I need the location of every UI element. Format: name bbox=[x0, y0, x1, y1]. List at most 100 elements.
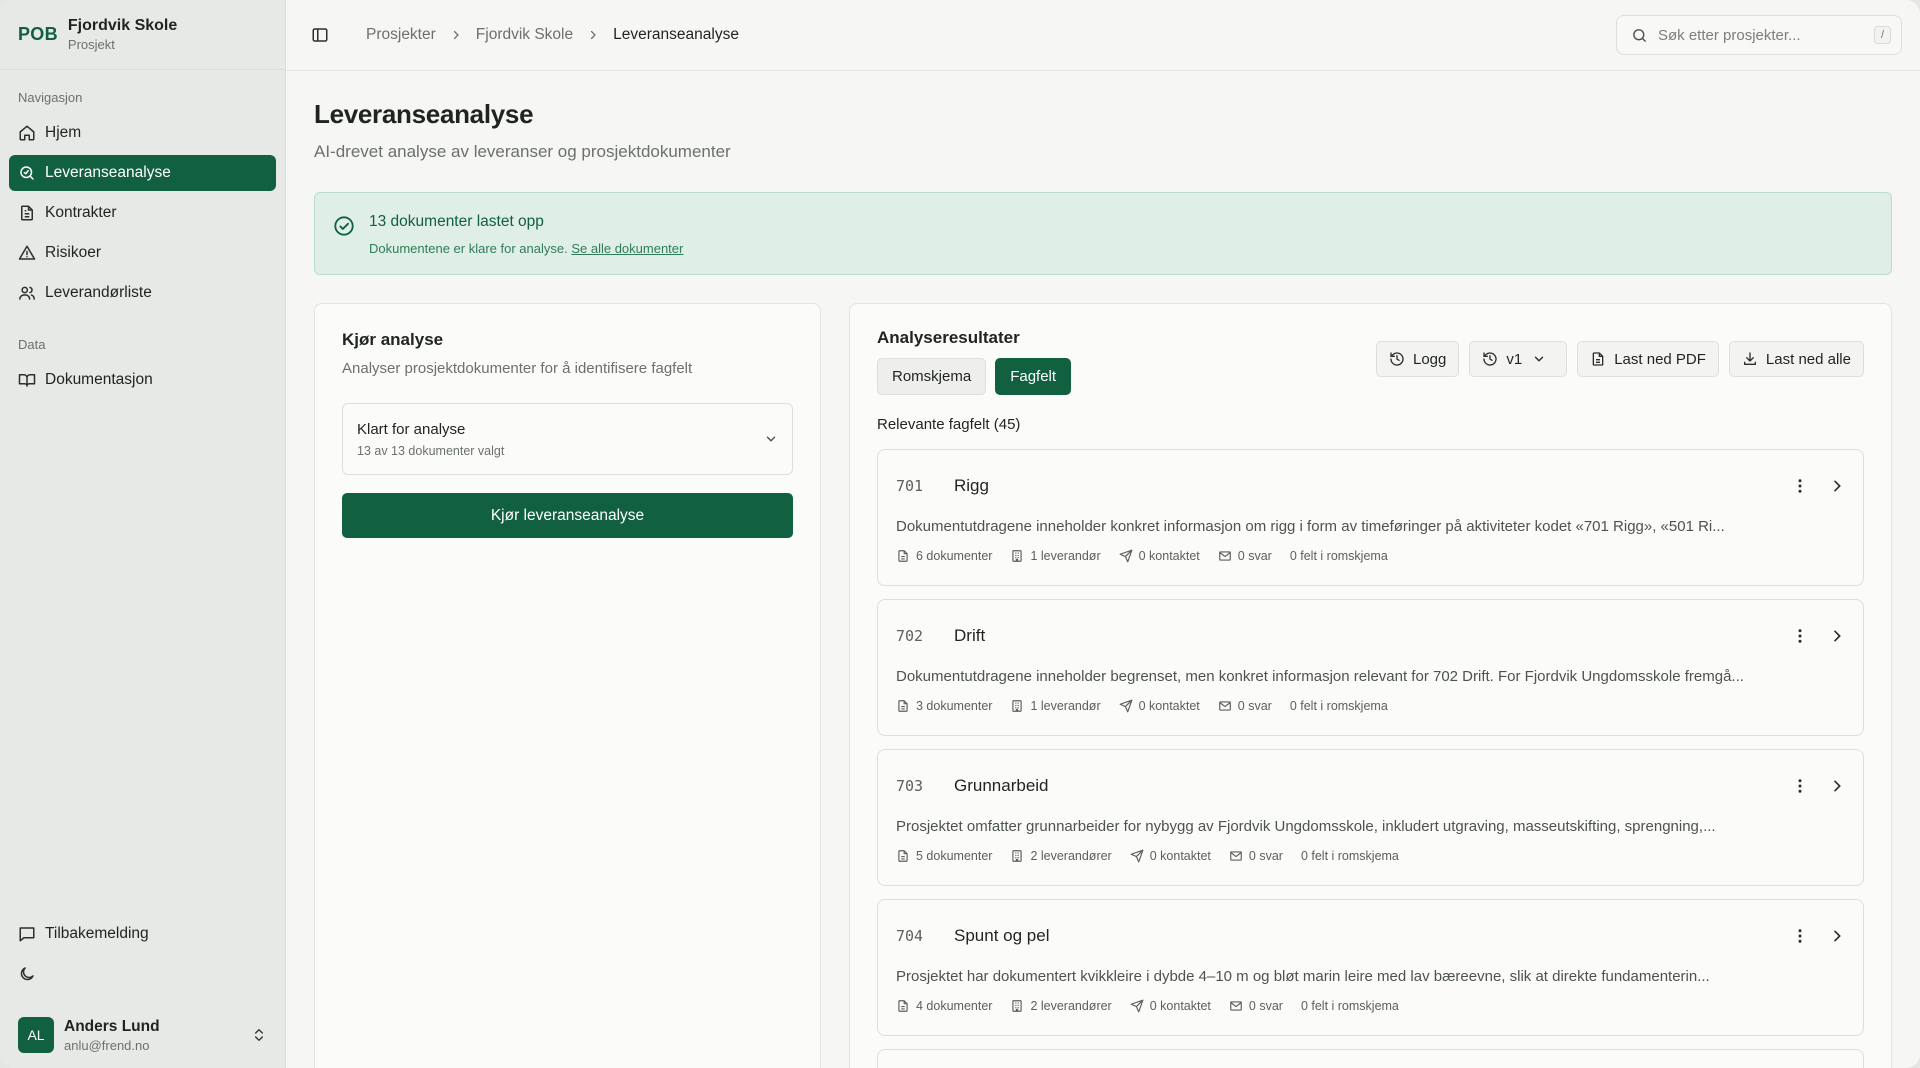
building-icon bbox=[1010, 699, 1030, 713]
page-subtitle: AI-drevet analyse av leveranser og prosj… bbox=[314, 142, 731, 161]
file-icon bbox=[1590, 351, 1614, 367]
mail-icon bbox=[1218, 699, 1238, 713]
results-tabs: Romskjema Fagfelt bbox=[877, 358, 1072, 395]
breadcrumb-project[interactable]: Fjordvik Skole bbox=[476, 26, 573, 44]
chevron-right-icon[interactable] bbox=[1829, 928, 1845, 944]
tab-romskjema[interactable]: Romskjema bbox=[877, 358, 987, 395]
app-window: POB Fjordvik Skole Prosjekt Navigasjon H… bbox=[0, 0, 1920, 1068]
fagfelt-card[interactable]: 704 Spunt og pel Prosjektet har dokument… bbox=[877, 899, 1864, 1036]
download-icon bbox=[1742, 351, 1766, 367]
fagfelt-card[interactable]: 701 Rigg Dokumentutdragene inneholder ko… bbox=[877, 449, 1864, 586]
breadcrumb-current: Leveranseanalyse bbox=[613, 26, 739, 43]
fagfelt-description: Dokumentutdragene inneholder begrenset, … bbox=[896, 668, 1744, 685]
shortcut-hint: / bbox=[1873, 26, 1891, 44]
room-schema-fields: 0 felt i romskjema bbox=[1289, 699, 1388, 713]
see-all-documents-link[interactable]: Se alle dokumenter bbox=[571, 241, 683, 256]
search-input[interactable] bbox=[1658, 26, 1874, 44]
send-icon bbox=[1130, 999, 1150, 1013]
version-label: v1 bbox=[1506, 350, 1523, 368]
banner-message: Dokumentene er klare for analyse. bbox=[369, 241, 568, 256]
download-pdf-button[interactable]: Last ned PDF bbox=[1577, 341, 1719, 377]
run-analysis-card: Kjør analyse Analyser prosjektdokumenter… bbox=[314, 303, 821, 1068]
sidebar-item-tilbakemelding[interactable]: Tilbakemelding bbox=[9, 916, 276, 952]
suppliers-count: 2 leverandører bbox=[1030, 999, 1112, 1013]
sidebar-item-kontrakter[interactable]: Kontrakter bbox=[9, 195, 276, 231]
send-icon bbox=[1119, 549, 1139, 563]
room-schema-fields: 0 felt i romskjema bbox=[1300, 849, 1399, 863]
download-pdf-label: Last ned PDF bbox=[1614, 350, 1706, 368]
fagfelt-description: Prosjektet har dokumentert kvikkleire i … bbox=[896, 968, 1710, 985]
contacted-count: 0 kontaktet bbox=[1138, 699, 1200, 713]
warning-icon bbox=[18, 244, 36, 262]
sidebar-item-label: Risikoer bbox=[45, 244, 101, 261]
data-group-label: Data bbox=[18, 337, 46, 352]
project-switcher[interactable]: POB Fjordvik Skole Prosjekt bbox=[0, 0, 285, 70]
relevant-fields-label: Relevante fagfelt (45) bbox=[877, 416, 1021, 433]
contacted-count: 0 kontaktet bbox=[1149, 999, 1211, 1013]
more-vertical-icon[interactable] bbox=[1791, 777, 1809, 795]
sidebar-toggle-button[interactable] bbox=[306, 21, 334, 49]
fagfelt-description: Prosjektet omfatter grunnarbeider for ny… bbox=[896, 818, 1716, 835]
avatar: AL bbox=[18, 1017, 54, 1053]
search-analysis-icon bbox=[18, 164, 36, 182]
results-actions: Logg v1 Last ned PDF Last ned alle bbox=[1375, 341, 1864, 377]
chevron-right-icon[interactable] bbox=[1829, 778, 1845, 794]
user-email: anlu@frend.no bbox=[64, 1037, 150, 1053]
brand-logo: POB bbox=[18, 24, 58, 44]
chevron-right-icon[interactable] bbox=[1829, 628, 1845, 644]
chevron-down-icon bbox=[764, 432, 778, 446]
building-icon bbox=[1010, 849, 1030, 863]
download-all-label: Last ned alle bbox=[1765, 350, 1851, 368]
fagfelt-card[interactable]: 703 Grunnarbeid Prosjektet omfatter grun… bbox=[877, 749, 1864, 886]
documents-count: 6 dokumenter bbox=[916, 549, 993, 563]
sidebar-item-leveranseanalyse[interactable]: Leveranseanalyse bbox=[9, 155, 276, 191]
panels: Kjør analyse Analyser prosjektdokumenter… bbox=[314, 303, 1892, 1068]
sidebar-item-leverandorliste[interactable]: Leverandørliste bbox=[9, 275, 276, 311]
documents-count: 4 dokumenter bbox=[916, 999, 993, 1013]
fagfelt-meta: 6 dokumenter 1 leverandør 0 kontaktet 0 … bbox=[896, 549, 1845, 563]
sidebar-item-dokumentasjon[interactable]: Dokumentasjon bbox=[9, 362, 276, 398]
log-button[interactable]: Logg bbox=[1375, 341, 1460, 377]
more-vertical-icon[interactable] bbox=[1791, 477, 1809, 495]
project-name: Fjordvik Skole bbox=[67, 17, 178, 34]
user-menu[interactable]: AL Anders Lund anlu@frend.no bbox=[0, 1002, 285, 1068]
breadcrumb-prosjekter[interactable]: Prosjekter bbox=[366, 26, 436, 44]
banner-text: Dokumentene er klare for analyse. Se all… bbox=[369, 241, 683, 256]
suppliers-count: 1 leverandør bbox=[1030, 549, 1101, 563]
banner-title: 13 dokumenter lastet opp bbox=[369, 213, 544, 230]
fagfelt-description: Dokumentutdragene inneholder konkret inf… bbox=[896, 518, 1725, 535]
chevron-right-icon bbox=[450, 29, 462, 41]
answers-count: 0 svar bbox=[1248, 999, 1283, 1013]
tab-fagfelt[interactable]: Fagfelt bbox=[995, 358, 1072, 395]
download-all-button[interactable]: Last ned alle bbox=[1728, 341, 1864, 377]
more-vertical-icon[interactable] bbox=[1791, 927, 1809, 945]
building-icon bbox=[1010, 999, 1030, 1013]
theme-toggle-button[interactable] bbox=[9, 956, 45, 992]
run-delivery-analysis-button[interactable]: Kjør leveranseanalyse bbox=[342, 493, 793, 538]
contacted-count: 0 kontaktet bbox=[1149, 849, 1211, 863]
fagfelt-name: Grunnarbeid bbox=[954, 776, 1049, 795]
mail-icon bbox=[1229, 999, 1249, 1013]
nav-group-label: Navigasjon bbox=[18, 90, 83, 105]
answers-count: 0 svar bbox=[1248, 849, 1283, 863]
chevron-right-icon[interactable] bbox=[1829, 478, 1845, 494]
analysis-results-card: Analyseresultater Romskjema Fagfelt Logg… bbox=[849, 303, 1892, 1068]
project-type: Prosjekt bbox=[67, 37, 115, 52]
sidebar-item-risikoer[interactable]: Risikoer bbox=[9, 235, 276, 271]
more-vertical-icon[interactable] bbox=[1791, 627, 1809, 645]
version-select[interactable]: v1 bbox=[1469, 341, 1568, 377]
run-analysis-title: Kjør analyse bbox=[342, 330, 444, 349]
file-icon bbox=[896, 999, 916, 1013]
chevron-right-icon bbox=[587, 29, 599, 41]
file-icon bbox=[896, 849, 916, 863]
document-selection-dropdown[interactable]: Klart for analyse 13 av 13 dokumenter va… bbox=[342, 403, 793, 475]
fagfelt-card[interactable] bbox=[877, 1049, 1864, 1068]
fagfelt-card[interactable]: 702 Drift Dokumentutdragene inneholder b… bbox=[877, 599, 1864, 736]
user-name: Anders Lund bbox=[64, 1017, 160, 1035]
chevron-down-icon bbox=[1532, 352, 1554, 366]
fagfelt-code: 704 bbox=[896, 927, 924, 945]
sidebar-item-hjem[interactable]: Hjem bbox=[9, 115, 276, 151]
documents-count: 3 dokumenter bbox=[916, 699, 993, 713]
log-label: Logg bbox=[1412, 350, 1447, 368]
check-circle-icon bbox=[333, 215, 355, 237]
